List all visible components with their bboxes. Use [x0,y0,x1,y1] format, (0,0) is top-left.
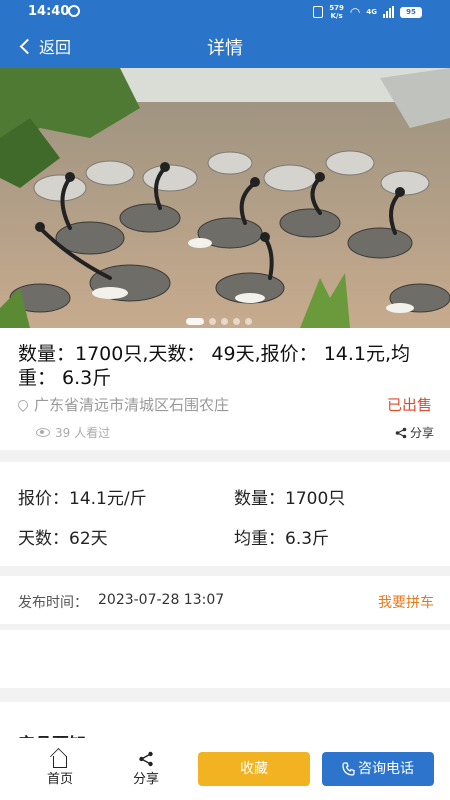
net-speed-unit: K/s [330,12,343,20]
status-badge: 已出售 [386,396,432,414]
empty-card [0,630,450,688]
view-count: 39 人看过 [36,424,110,441]
vibrate-icon [313,6,324,18]
view-count-text: 39 人看过 [55,426,111,440]
net-type: 4G [366,8,377,16]
spec-quantity: 数量：1700只 [234,484,345,509]
gallery-dot[interactable] [245,318,252,325]
spec-quantity-value: 1700只 [285,489,346,509]
call-button[interactable]: 咨询电话 [322,752,434,786]
carpool-link[interactable]: 我要拼车 [378,592,434,612]
spec-price: 报价：14.1元/斤 [18,484,147,509]
home-button[interactable]: 首页 [30,750,90,787]
share-link[interactable]: 分享 [395,424,434,441]
net-speed-value: 579 [329,4,344,12]
spec-days-label: 天数： [18,529,69,549]
share-icon [139,751,153,767]
gallery-indicator [186,318,252,325]
home-icon [53,755,67,768]
gallery-dot[interactable] [209,318,216,325]
location-pin-icon [15,397,31,412]
phone-icon [342,762,355,776]
favorite-button[interactable]: 收藏 [198,752,310,786]
spec-avg-weight: 均重：6.3斤 [234,524,329,549]
home-label: 首页 [46,772,73,787]
status-time: 14:40 [28,4,70,19]
signal-icon [383,6,394,18]
spec-days: 天数：62天 [18,524,108,549]
listing-title: 数量：1700只,天数： 49天,报价： 14.1元,均重： 6.3斤 [18,343,411,389]
status-indicators: 579 K/s ◠ 4G 95 [313,4,422,20]
spec-price-value: 14.1元/斤 [69,489,147,509]
listing-location: 广东省清远市清城区石围农庄 [15,394,230,415]
call-label: 咨询电话 [358,761,414,777]
gallery-dot[interactable] [233,318,240,325]
location-text: 广东省清远市清城区石围农庄 [34,396,230,414]
alarm-icon [68,5,80,17]
gallery-dot[interactable] [221,318,228,325]
page-title: 详情 [207,38,243,59]
net-speed: 579 K/s [329,4,344,20]
geese-flock-image [0,68,450,328]
share-button[interactable]: 分享 [116,750,176,787]
share-icon [395,427,407,438]
battery-icon: 95 [400,6,422,18]
spec-card: 报价：14.1元/斤 数量：1700只 天数：62天 均重：6.3斤 [0,462,450,566]
publish-time-value: 2023-07-28 13:07 [98,592,225,608]
spec-price-label: 报价： [18,489,69,509]
eye-icon [36,428,50,437]
publish-time-label: 发布时间： [18,595,88,611]
share-label: 分享 [132,772,159,787]
spec-days-value: 62天 [69,529,108,549]
gallery-dot-active[interactable] [186,318,204,325]
spec-avg-weight-value: 6.3斤 [285,529,330,549]
wifi-icon: ◠ [349,5,361,19]
spec-quantity-label: 数量： [234,489,285,509]
product-photo[interactable] [0,68,450,328]
share-label: 分享 [409,426,434,440]
app-header: 14:40 579 K/s ◠ 4G 95 返回 详情 [0,0,450,68]
status-bar: 14:40 579 K/s ◠ 4G 95 [0,0,450,24]
spec-avg-weight-label: 均重： [234,529,285,549]
